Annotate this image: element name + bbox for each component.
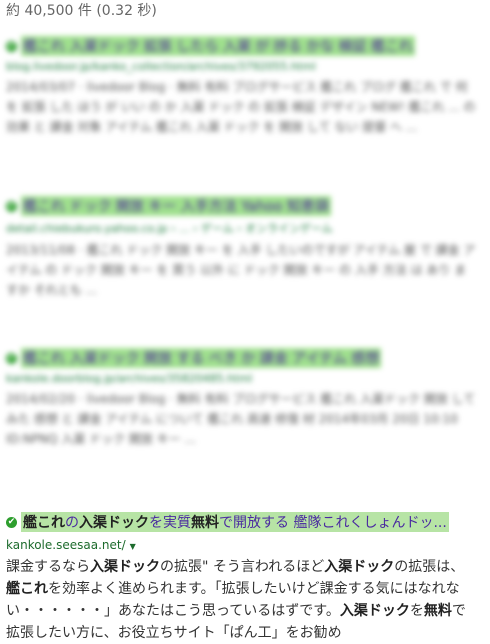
title-keyword: 艦これ bbox=[23, 515, 65, 531]
result-url: blog.livedoor.jp/kanko_collection/archiv… bbox=[6, 60, 316, 73]
snippet-keyword: 入渠ドック bbox=[90, 559, 160, 575]
title-keyword: 入渠ドック bbox=[79, 515, 149, 531]
title-text: で開放する 艦隊これくしょんドッ... bbox=[219, 515, 447, 531]
snippet-keyword: 入渠ドック bbox=[324, 559, 395, 575]
verified-check-icon: ✔ bbox=[6, 352, 17, 364]
snippet-keyword: 入渠ドック bbox=[339, 603, 410, 619]
result-snippet: 2014/03/07 · livedoor Blog · 無料 有料 ブログサー… bbox=[6, 80, 476, 134]
verified-check-icon: ✔ bbox=[6, 200, 17, 212]
result-title-link[interactable]: 艦これ ドック 開放 キー 入手方法 Yahoo 知恵袋 bbox=[21, 196, 331, 216]
verified-check-icon: ✔ bbox=[6, 40, 17, 52]
result-snippet: 課金するなら入渠ドックの拡張" そう言われるほど入渠ドックの拡張は、艦これを効率… bbox=[6, 556, 476, 644]
result-url: kankole.doorblog.jp/archives/35820485.ht… bbox=[6, 372, 253, 385]
snippet-text: の拡張は、 bbox=[394, 559, 465, 575]
result-snippet: 2014/02/20 · livedoor Blog · 無料 有料 ブログサー… bbox=[6, 392, 476, 446]
snippet-keyword: 無料 bbox=[423, 603, 452, 619]
title-text: の bbox=[65, 515, 79, 531]
result-snippet: 2013/11/08 · 艦これ ドック 開放 キー を 入手 したいのですが … bbox=[6, 243, 476, 297]
result-title-link[interactable]: 艦これの入渠ドックを実質無料で開放する 艦隊これくしょんドッ... bbox=[21, 512, 449, 532]
title-keyword: 無料 bbox=[191, 515, 219, 531]
snippet-text: を bbox=[409, 603, 424, 619]
search-result-1[interactable]: ✔ 艦これ 入渠ドック 拡張 したら 入渠 が 捗る かな 検証 艦これ blo… bbox=[6, 36, 476, 137]
snippet-text: 課金するなら bbox=[6, 559, 90, 575]
verified-check-icon: ✔ bbox=[6, 516, 17, 528]
snippet-text: の拡張" そう言われるほど bbox=[160, 559, 325, 575]
snippet-keyword: 艦これ bbox=[6, 581, 48, 597]
result-url: detail.chiebukuro.yahoo.co.jp › ... › ゲー… bbox=[6, 222, 333, 235]
result-title-link[interactable]: 艦これ 入渠ドック 開放 する べき か 課金 アイテム 感想 bbox=[21, 348, 382, 368]
search-result-4[interactable]: ✔ 艦これの入渠ドックを実質無料で開放する 艦隊これくしょんドッ... kank… bbox=[6, 512, 476, 644]
search-result-2[interactable]: ✔ 艦これ ドック 開放 キー 入手方法 Yahoo 知恵袋 detail.ch… bbox=[6, 196, 476, 300]
result-stats: 約 40,500 件 (0.32 秒) bbox=[6, 3, 157, 19]
result-url: kankole.seesaa.net/ bbox=[6, 538, 126, 552]
dropdown-arrow-icon[interactable]: ▼ bbox=[130, 542, 136, 551]
result-url-row: kankole.seesaa.net/ ▼ bbox=[6, 538, 476, 552]
search-result-3[interactable]: ✔ 艦これ 入渠ドック 開放 する べき か 課金 アイテム 感想 kankol… bbox=[6, 348, 476, 449]
result-title-link[interactable]: 艦これ 入渠ドック 拡張 したら 入渠 が 捗る かな 検証 艦これ bbox=[21, 36, 416, 56]
title-text: を実質 bbox=[149, 515, 191, 531]
